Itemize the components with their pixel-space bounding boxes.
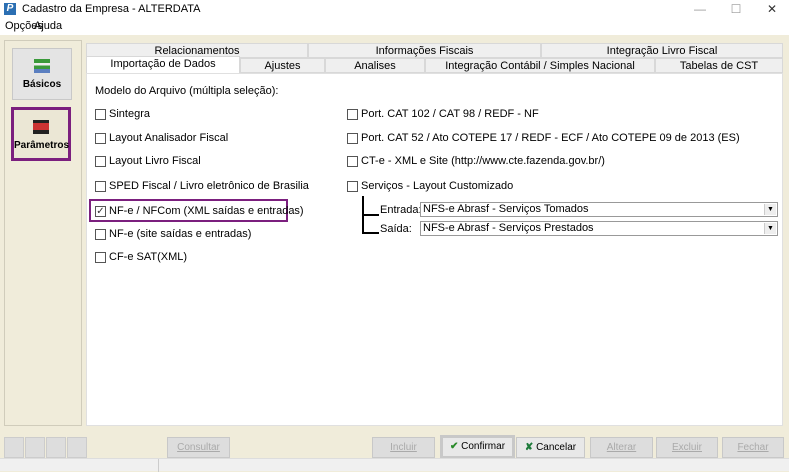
select-value: NFS-e Abrasf - Serviços Prestados: [423, 222, 594, 234]
checkbox-label: Sintegra: [109, 108, 150, 120]
sidebar-label: Parâmetros: [14, 140, 70, 151]
checkbox-sped[interactable]: SPED Fiscal / Livro eletrônico de Brasil…: [95, 180, 309, 192]
checkbox-cat52[interactable]: Port. CAT 52 / Ato COTEPE 17 / REDF - EC…: [347, 132, 740, 144]
navigation-buttons: [4, 437, 87, 458]
checkbox-cfe-sat[interactable]: CF-e SAT(XML): [95, 251, 187, 263]
checkbox-label: Serviços - Layout Customizado: [361, 180, 514, 192]
checkmark-icon: ✔: [449, 441, 459, 452]
title-bar: P Cadastro da Empresa - ALTERDATA — ☐ ✕: [0, 0, 789, 18]
checkbox-layout-livro[interactable]: Layout Livro Fiscal: [95, 155, 201, 167]
checkbox-cte[interactable]: CT-e - XML e Site (http://www.cte.fazend…: [347, 155, 605, 167]
button-label: Cancelar: [536, 442, 577, 453]
tab-tabelas-cst[interactable]: Tabelas de CST: [655, 58, 783, 73]
button-label: Confirmar: [461, 441, 506, 452]
sidebar-label: Básicos: [22, 79, 62, 90]
tab-importacao-de-dados[interactable]: Importação de Dados: [86, 56, 240, 73]
checkbox-label: NF-e / NFCom (XML saídas e entradas): [109, 205, 304, 217]
chevron-down-icon[interactable]: ▼: [764, 204, 776, 215]
checkbox-label: SPED Fiscal / Livro eletrônico de Brasil…: [109, 180, 309, 192]
tab-integracao-livro-fiscal[interactable]: Integração Livro Fiscal: [541, 43, 783, 58]
tab-informacoes-fiscais[interactable]: Informações Fiscais: [308, 43, 541, 58]
alterar-button[interactable]: Alterar: [590, 437, 653, 458]
checkbox-icon: [347, 132, 358, 144]
checkbox-nfe-xml[interactable]: ✓ NF-e / NFCom (XML saídas e entradas): [95, 205, 304, 217]
tab-content-panel: [86, 73, 783, 426]
entrada-select[interactable]: NFS-e Abrasf - Serviços Tomados ▼: [420, 202, 778, 217]
parameters-icon: [33, 120, 49, 134]
nav-next-button[interactable]: [46, 437, 66, 458]
confirmar-button[interactable]: ✔ Confirmar: [440, 435, 515, 459]
nav-first-button[interactable]: [4, 437, 24, 458]
checkbox-label: Port. CAT 52 / Ato COTEPE 17 / REDF - EC…: [361, 132, 740, 144]
checkbox-icon: [95, 228, 106, 240]
checkbox-icon: [347, 108, 358, 120]
checkbox-icon: [95, 180, 106, 192]
tab-analises[interactable]: Analises: [325, 58, 425, 73]
menu-bar: Opções Ajuda: [0, 18, 789, 35]
checkbox-icon: [95, 155, 106, 167]
checkbox-nfe-site[interactable]: NF-e (site saídas e entradas): [95, 228, 251, 240]
minimize-button[interactable]: —: [680, 0, 720, 18]
fechar-button[interactable]: Fechar: [722, 437, 784, 458]
checkbox-cat102[interactable]: Port. CAT 102 / CAT 98 / REDF - NF: [347, 108, 539, 120]
nav-prev-button[interactable]: [25, 437, 45, 458]
checkbox-label: NF-e (site saídas e entradas): [109, 228, 252, 240]
chevron-down-icon[interactable]: ▼: [764, 223, 776, 234]
checkbox-layout-analisador[interactable]: Layout Analisador Fiscal: [95, 132, 228, 144]
status-divider: [158, 459, 159, 472]
sidebar-basicos-button[interactable]: Básicos: [12, 48, 72, 100]
saida-label: Saída:: [380, 223, 412, 235]
checkbox-icon: [347, 180, 358, 192]
checkmark-icon: ✓: [95, 205, 106, 217]
document-icon: [34, 59, 50, 73]
maximize-button[interactable]: ☐: [716, 0, 756, 18]
close-button[interactable]: ✕: [752, 0, 789, 18]
select-value: NFS-e Abrasf - Serviços Tomados: [423, 203, 589, 215]
excluir-button[interactable]: Excluir: [656, 437, 718, 458]
checkbox-label: CT-e - XML e Site (http://www.cte.fazend…: [361, 155, 605, 167]
tab-ajustes[interactable]: Ajustes: [240, 58, 325, 73]
tree-connector: [362, 214, 379, 216]
checkbox-icon: [95, 251, 106, 263]
checkbox-label: Layout Livro Fiscal: [109, 155, 201, 167]
nav-last-button[interactable]: [67, 437, 87, 458]
cancelar-button[interactable]: ✘ Cancelar: [516, 437, 585, 458]
checkbox-sintegra[interactable]: Sintegra: [95, 108, 150, 120]
checkbox-icon: [95, 132, 106, 144]
checkbox-label: Port. CAT 102 / CAT 98 / REDF - NF: [361, 108, 539, 120]
saida-select[interactable]: NFS-e Abrasf - Serviços Prestados ▼: [420, 221, 778, 236]
consultar-button[interactable]: Consultar: [167, 437, 230, 458]
x-icon: ✘: [524, 442, 534, 453]
entrada-label: Entrada:: [380, 204, 422, 216]
sidebar-parametros-button[interactable]: Parâmetros: [11, 107, 71, 161]
checkbox-icon: [95, 108, 106, 120]
section-heading: Modelo do Arquivo (múltipla seleção):: [95, 85, 279, 97]
incluir-button[interactable]: Incluir: [372, 437, 435, 458]
menu-ajuda[interactable]: Ajuda: [34, 20, 62, 32]
window-title: Cadastro da Empresa - ALTERDATA: [22, 3, 201, 15]
tab-integracao-contabil[interactable]: Integração Contábil / Simples Nacional: [425, 58, 655, 73]
checkbox-servicos[interactable]: Serviços - Layout Customizado: [347, 180, 513, 192]
checkbox-icon: [347, 155, 358, 167]
status-bar: [0, 458, 789, 472]
app-icon: P: [4, 3, 16, 15]
checkbox-label: Layout Analisador Fiscal: [109, 132, 229, 144]
checkbox-label: CF-e SAT(XML): [109, 251, 188, 263]
